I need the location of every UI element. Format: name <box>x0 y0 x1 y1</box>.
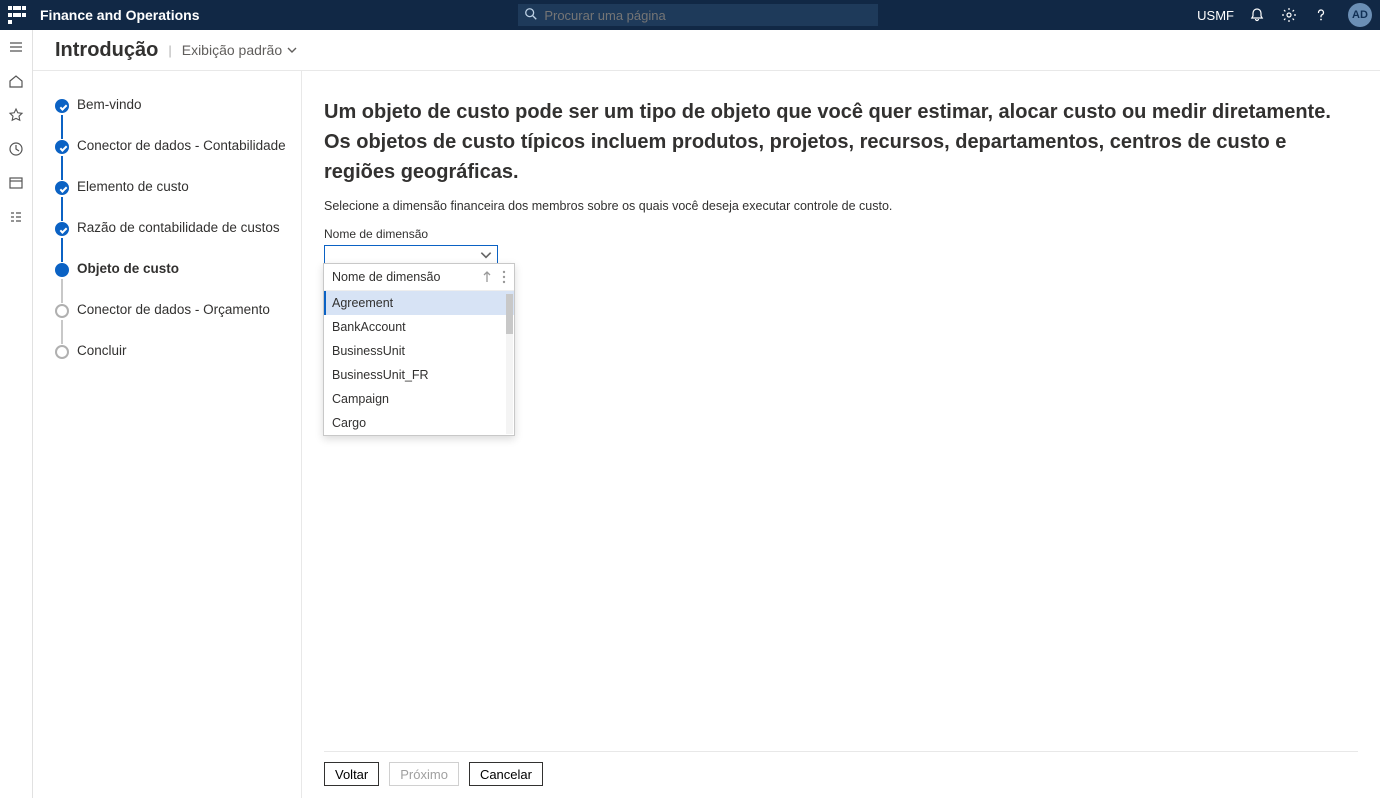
company-code[interactable]: USMF <box>1197 8 1234 23</box>
page-title: Introdução <box>55 39 158 62</box>
wizard-step[interactable]: Objeto de custo <box>55 261 293 276</box>
left-rail <box>0 30 33 798</box>
wizard-step-label: Concluir <box>77 343 127 358</box>
user-avatar[interactable]: AD <box>1348 3 1372 27</box>
current-step-icon <box>55 263 69 277</box>
next-button: Próximo <box>389 762 459 786</box>
recent-icon[interactable] <box>7 140 25 158</box>
chevron-down-icon <box>286 44 298 56</box>
wizard-footer: Voltar Próximo Cancelar <box>324 751 1358 798</box>
modules-icon[interactable] <box>7 208 25 226</box>
global-search[interactable] <box>518 4 878 26</box>
wizard-step-label: Conector de dados - Orçamento <box>77 302 270 317</box>
check-circle-icon <box>55 140 69 154</box>
cancel-button[interactable]: Cancelar <box>469 762 543 786</box>
chevron-down-icon[interactable] <box>479 248 493 262</box>
dropdown-header[interactable]: Nome de dimensão <box>324 264 514 291</box>
wizard-step[interactable]: Conector de dados - Orçamento <box>55 302 293 317</box>
wizard-step-label: Razão de contabilidade de custos <box>77 220 280 235</box>
wizard-step-label: Conector de dados - Contabilidade <box>77 138 286 153</box>
settings-icon[interactable] <box>1280 6 1298 24</box>
check-circle-icon <box>55 181 69 195</box>
nav-hamburger-icon[interactable] <box>7 38 25 56</box>
notifications-icon[interactable] <box>1248 6 1266 24</box>
search-input[interactable] <box>518 4 878 26</box>
dropdown-option[interactable]: Agreement <box>324 291 514 315</box>
page-header: Introdução | Exibição padrão <box>33 30 1380 70</box>
help-icon[interactable] <box>1312 6 1330 24</box>
app-launcher-icon[interactable] <box>8 6 26 24</box>
check-circle-icon <box>55 99 69 113</box>
wizard-step[interactable]: Concluir <box>55 343 293 358</box>
dimension-dropdown: Nome de dimensão AgreementBankAccountBu <box>323 263 515 436</box>
workspaces-icon[interactable] <box>7 174 25 192</box>
home-icon[interactable] <box>7 72 25 90</box>
dropdown-option[interactable]: Cargo <box>324 411 514 435</box>
wizard-step[interactable]: Conector de dados - Contabilidade <box>55 138 293 153</box>
dropdown-header-label: Nome de dimensão <box>332 270 440 284</box>
view-label: Exibição padrão <box>182 42 282 58</box>
scrollbar-thumb[interactable] <box>506 294 513 334</box>
back-button[interactable]: Voltar <box>324 762 379 786</box>
dropdown-option[interactable]: BankAccount <box>324 315 514 339</box>
more-options-icon[interactable] <box>502 270 506 284</box>
wizard-step[interactable]: Razão de contabilidade de custos <box>55 220 293 235</box>
check-circle-icon <box>55 222 69 236</box>
wizard-content: Um objeto de custo pode ser um tipo de o… <box>302 71 1380 798</box>
wizard-step-label: Objeto de custo <box>77 261 179 276</box>
pending-step-icon <box>55 345 69 359</box>
dropdown-option[interactable]: BusinessUnit <box>324 339 514 363</box>
sort-asc-icon[interactable] <box>482 271 492 283</box>
wizard-step[interactable]: Elemento de custo <box>55 179 293 194</box>
dimension-field-label: Nome de dimensão <box>324 227 1358 241</box>
pending-step-icon <box>55 304 69 318</box>
step-subtext: Selecione a dimensão financeira dos memb… <box>324 199 1358 213</box>
dropdown-option[interactable]: Campaign <box>324 387 514 411</box>
dropdown-option[interactable]: BusinessUnit_FR <box>324 363 514 387</box>
wizard-step-label: Bem-vindo <box>77 97 142 112</box>
wizard-step[interactable]: Bem-vindo <box>55 97 293 112</box>
app-title: Finance and Operations <box>40 7 199 23</box>
step-heading: Um objeto de custo pode ser um tipo de o… <box>324 97 1358 187</box>
favorites-icon[interactable] <box>7 106 25 124</box>
global-header: Finance and Operations USMF AD <box>0 0 1380 30</box>
wizard-step-label: Elemento de custo <box>77 179 189 194</box>
wizard-steps-nav: Bem-vindo Conector de dados - Contabilida… <box>33 71 302 798</box>
view-selector[interactable]: Exibição padrão <box>182 42 298 58</box>
